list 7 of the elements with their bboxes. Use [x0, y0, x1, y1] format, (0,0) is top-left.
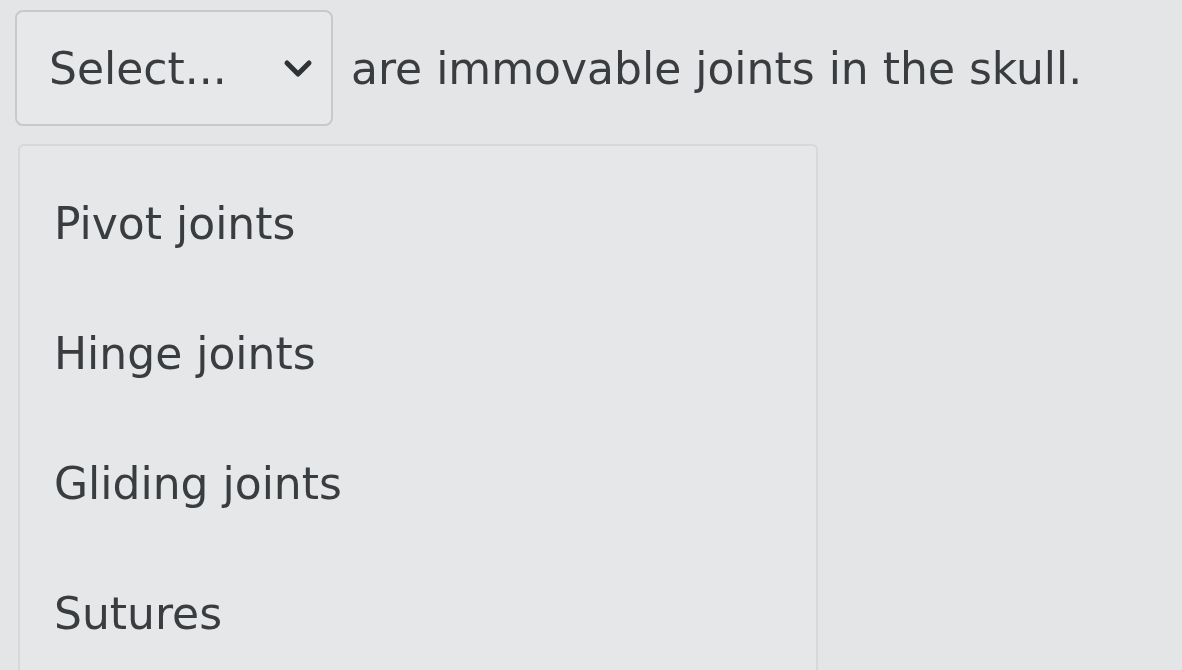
chevron-down-icon	[283, 57, 313, 79]
question-text: are immovable joints in the skull.	[351, 42, 1083, 94]
option-item[interactable]: Gliding joints	[20, 418, 816, 548]
answer-dropdown[interactable]: Select...	[15, 10, 333, 126]
option-item[interactable]: Sutures	[20, 548, 816, 670]
option-item[interactable]: Hinge joints	[20, 288, 816, 418]
option-item[interactable]: Pivot joints	[20, 158, 816, 288]
